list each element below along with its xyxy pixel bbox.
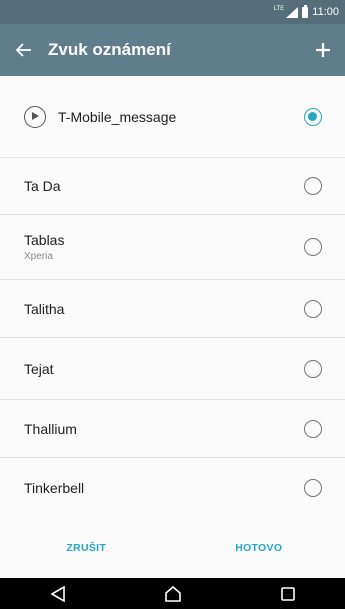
battery-icon: [302, 4, 309, 18]
list-item-tablas[interactable]: Tablas Xperia: [0, 215, 345, 280]
list-item-t-mobile-message[interactable]: T-Mobile_message: [0, 76, 345, 158]
list-item-label: Talitha: [24, 300, 65, 317]
radio-unselected[interactable]: [304, 479, 322, 497]
list-item-ta-da[interactable]: Ta Da: [0, 158, 345, 215]
list-item-label: Tinkerbell: [24, 480, 85, 496]
list-item-tinkerbell[interactable]: Tinkerbell: [0, 458, 345, 518]
radio-selected[interactable]: [304, 107, 322, 126]
arrow-left-icon[interactable]: [0, 24, 48, 76]
radio-unselected[interactable]: [304, 238, 322, 256]
square-recents-icon[interactable]: [276, 582, 300, 606]
home-icon[interactable]: [161, 582, 185, 606]
page-title: Zvuk oznámení: [48, 40, 171, 59]
list-item-label: Tablas: [24, 232, 65, 248]
list-item-label: Thallium: [24, 420, 77, 437]
radio-unselected[interactable]: [304, 419, 322, 438]
radio-unselected[interactable]: [304, 359, 322, 378]
signal-icon: LTE: [274, 6, 299, 18]
list-item-label: T-Mobile_message: [58, 108, 177, 125]
dialog-actions: ZRUŠIT HOTOVO: [0, 518, 345, 578]
app-bar: Zvuk oznámení: [0, 24, 345, 76]
play-icon[interactable]: [24, 105, 46, 128]
list-item-subtitle: Xperia: [24, 251, 53, 262]
plus-icon[interactable]: [301, 24, 345, 76]
list-item-tejat[interactable]: Tejat: [0, 338, 345, 400]
done-button[interactable]: HOTOVO: [173, 542, 345, 554]
list-item-label: Tejat: [24, 360, 54, 377]
list-item-talitha[interactable]: Talitha: [0, 280, 345, 338]
status-bar: LTE 11:00: [0, 0, 345, 24]
radio-unselected[interactable]: [304, 299, 322, 318]
triangle-back-icon[interactable]: [46, 582, 70, 606]
list-item-label: Ta Da: [24, 178, 61, 194]
network-type: LTE: [273, 6, 285, 12]
navigation-bar: [0, 578, 345, 609]
sound-list: T-Mobile_message Ta Da Tablas Xperia Tal…: [0, 76, 345, 518]
list-item-thallium[interactable]: Thallium: [0, 400, 345, 458]
status-time: 11:00: [312, 6, 339, 18]
cancel-button[interactable]: ZRUŠIT: [0, 542, 173, 554]
radio-unselected[interactable]: [304, 177, 322, 195]
